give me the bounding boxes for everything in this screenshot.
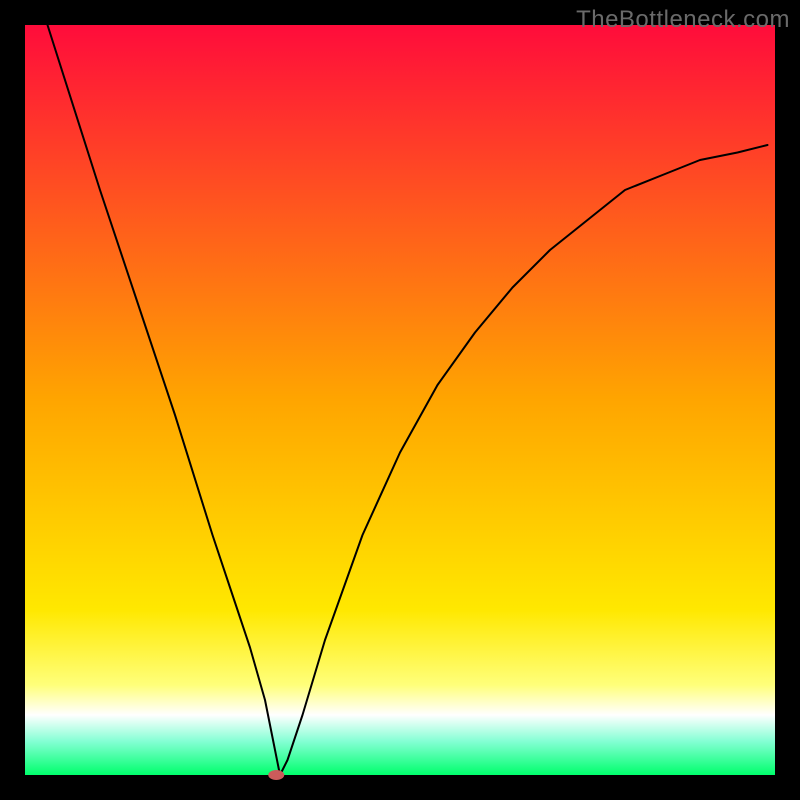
bottleneck-chart (0, 0, 800, 800)
optimum-marker (268, 770, 284, 780)
plot-background (25, 25, 775, 775)
watermark-text: TheBottleneck.com (576, 6, 790, 34)
chart-container: TheBottleneck.com (0, 0, 800, 800)
